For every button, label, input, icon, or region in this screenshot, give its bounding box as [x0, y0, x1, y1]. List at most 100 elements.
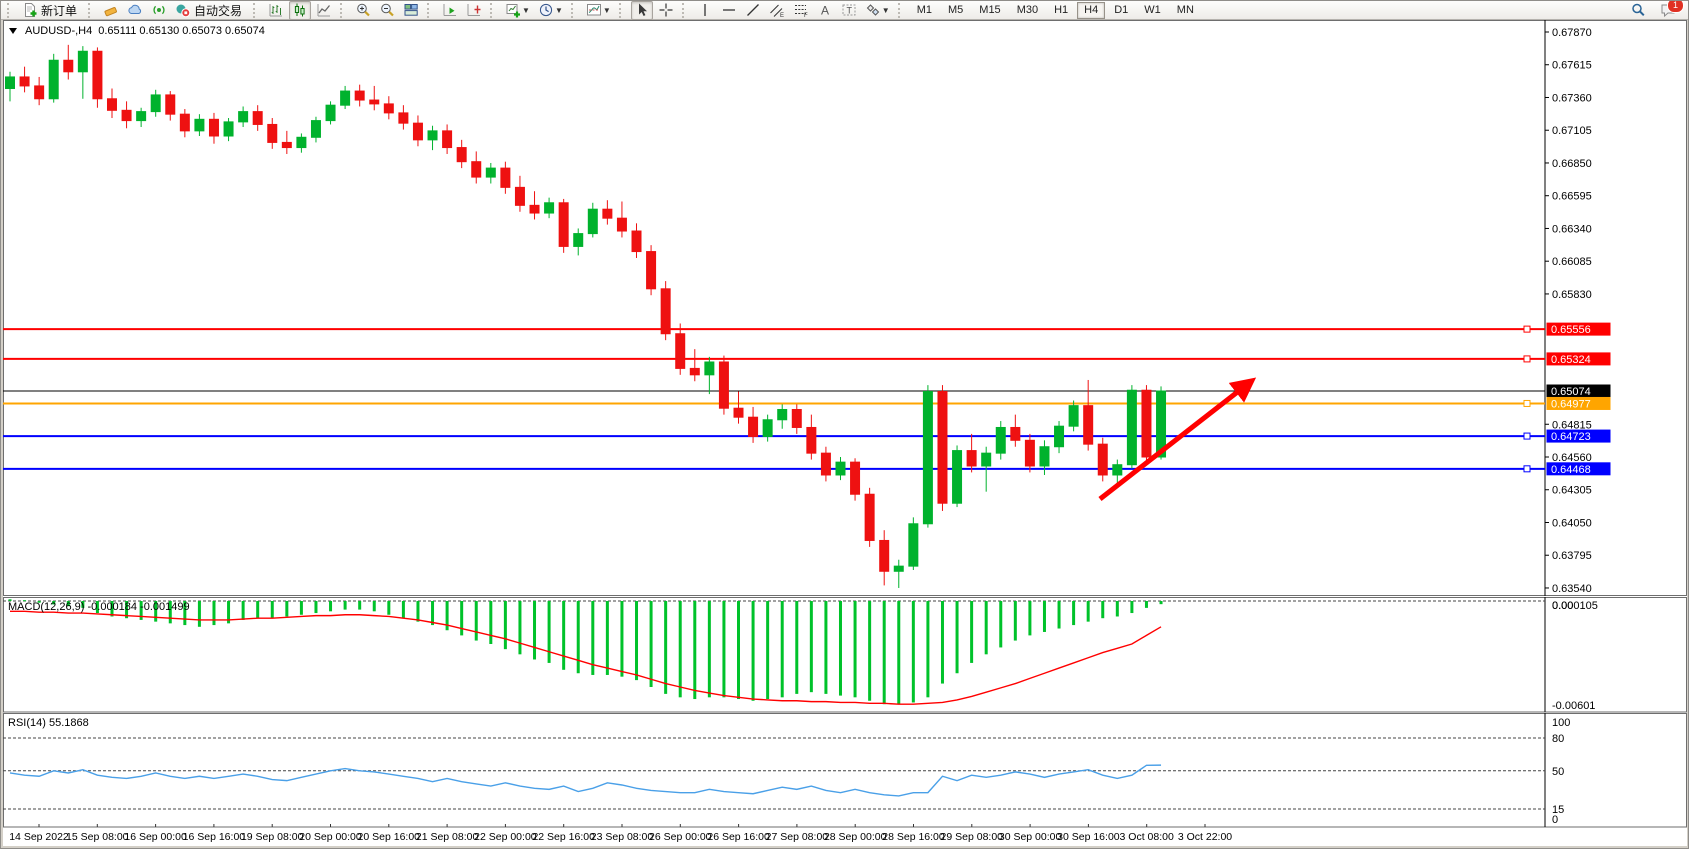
new-chart-button[interactable]: ▼ [502, 1, 533, 20]
candle-body [78, 51, 87, 72]
broadcast-button[interactable] [148, 1, 170, 20]
trendline-button[interactable] [742, 1, 764, 20]
macd-panel[interactable]: 0.000.000105-0.00601 [3, 597, 1687, 713]
candle-body [559, 203, 568, 247]
timeframe-h4-button[interactable]: H4 [1077, 2, 1105, 19]
timeframe-w1-button[interactable]: W1 [1137, 2, 1168, 19]
candle-body [530, 205, 539, 213]
bar-chart-icon [268, 2, 284, 18]
macd-histogram-bar [460, 601, 463, 635]
timeframe-mn-button[interactable]: MN [1170, 2, 1201, 19]
main-price-chart[interactable]: 0.678700.676150.673600.671050.668500.665… [3, 20, 1687, 597]
macd-histogram-bar [577, 601, 580, 673]
line-end-marker [1524, 466, 1530, 472]
shapes-button[interactable]: ▼ [862, 1, 893, 20]
text-label-icon: T [841, 2, 857, 18]
candle-body [661, 289, 670, 334]
candle-body [749, 417, 758, 436]
macd-histogram-bar [300, 601, 303, 615]
periods-button[interactable]: ▼ [535, 1, 566, 20]
macd-histogram-bar [518, 601, 521, 654]
eraser-icon [103, 2, 119, 18]
time-axis-label: 20 Sep 00:00 [299, 831, 361, 843]
timeframe-m15-button[interactable]: M15 [972, 2, 1007, 19]
candlestick-chart-button[interactable] [289, 1, 311, 20]
new-order-button[interactable]: 新订单 [19, 1, 83, 20]
candle-body [1084, 406, 1093, 445]
cloud-button[interactable] [124, 1, 146, 20]
candle-body [1055, 426, 1064, 447]
time-axis-label: 20 Sep 16:00 [358, 831, 420, 843]
macd-histogram-bar [416, 601, 419, 622]
candle-body [413, 123, 422, 140]
line-chart-icon [316, 2, 332, 18]
macd-histogram-bar [285, 601, 288, 616]
timeframe-m30-button[interactable]: M30 [1010, 2, 1045, 19]
fibonacci-button[interactable]: F [790, 1, 812, 20]
symbol-dropdown-icon[interactable] [9, 28, 17, 34]
text-button[interactable]: A [814, 1, 836, 20]
equidistant-channel-button[interactable]: E [766, 1, 788, 20]
candle-body [1142, 390, 1151, 457]
toolbar: 新订单 自动交易 [1, 1, 1688, 20]
candle-body [792, 409, 801, 427]
templates-button[interactable]: ▼ [583, 1, 614, 20]
chart-shift-button[interactable] [463, 1, 485, 20]
dropdown-caret-icon: ▼ [555, 6, 563, 15]
candle-body [690, 368, 699, 374]
vertical-line-button[interactable] [694, 1, 716, 20]
tile-windows-button[interactable] [400, 1, 422, 20]
price-tick-label: 0.66850 [1552, 158, 1592, 170]
rsi-level-label: 0 [1552, 814, 1558, 826]
zoom-out-button[interactable] [376, 1, 398, 20]
line-chart-button[interactable] [313, 1, 335, 20]
time-axis-label: 28 Sep 00:00 [824, 831, 886, 843]
macd-histogram-bar [1130, 601, 1133, 613]
candle-body [6, 77, 15, 89]
time-axis-label: 26 Sep 16:00 [707, 831, 769, 843]
macd-histogram-bar [839, 601, 842, 696]
notifications-button[interactable]: 1 [1657, 1, 1679, 20]
price-tick-label: 0.64560 [1552, 452, 1592, 464]
timeframe-m5-button[interactable]: M5 [941, 2, 970, 19]
search-button[interactable] [1627, 1, 1649, 20]
svg-text:E: E [780, 13, 784, 18]
price-badge-label: 0.65074 [1551, 386, 1591, 398]
auto-scroll-button[interactable] [439, 1, 461, 20]
eraser-button[interactable] [100, 1, 122, 20]
auto-trading-label: 自动交易 [191, 2, 245, 19]
candle-body [49, 60, 58, 99]
timeframe-d1-button[interactable]: D1 [1107, 2, 1135, 19]
timeframe-h1-button[interactable]: H1 [1047, 2, 1075, 19]
rsi-panel[interactable]: 1008050150 [3, 713, 1687, 828]
candle-body [209, 119, 218, 136]
toolbar-grip[interactable] [7, 3, 14, 18]
macd-histogram-bar [795, 601, 798, 694]
macd-histogram-bar [198, 601, 201, 627]
candle-body [151, 95, 160, 112]
svg-text:F: F [804, 13, 808, 18]
crosshair-button[interactable] [655, 1, 677, 20]
macd-histogram-bar [358, 601, 361, 610]
macd-histogram-bar [810, 601, 813, 692]
svg-text:T: T [846, 6, 852, 16]
bar-chart-button[interactable] [265, 1, 287, 20]
search-icon [1630, 2, 1646, 18]
trend-arrow[interactable] [1100, 383, 1249, 499]
timeframe-m1-button[interactable]: M1 [910, 2, 939, 19]
macd-histogram-bar [256, 601, 259, 618]
auto-trading-button[interactable]: 自动交易 [172, 1, 248, 20]
candle-body [821, 453, 830, 475]
zoom-in-button[interactable] [352, 1, 374, 20]
price-tick-label: 0.64050 [1552, 517, 1592, 529]
rsi-name: RSI(14) [8, 717, 46, 729]
macd-histogram-bar [679, 601, 682, 697]
price-tick-label: 0.63540 [1552, 583, 1592, 595]
horizontal-line-button[interactable] [718, 1, 740, 20]
price-tick-label: 0.67870 [1552, 27, 1592, 39]
price-tick-label: 0.67615 [1552, 60, 1592, 72]
candle-body [282, 142, 291, 147]
text-label-button[interactable]: T [838, 1, 860, 20]
time-axis-label: 22 Sep 00:00 [474, 831, 536, 843]
cursor-button[interactable] [631, 1, 653, 20]
